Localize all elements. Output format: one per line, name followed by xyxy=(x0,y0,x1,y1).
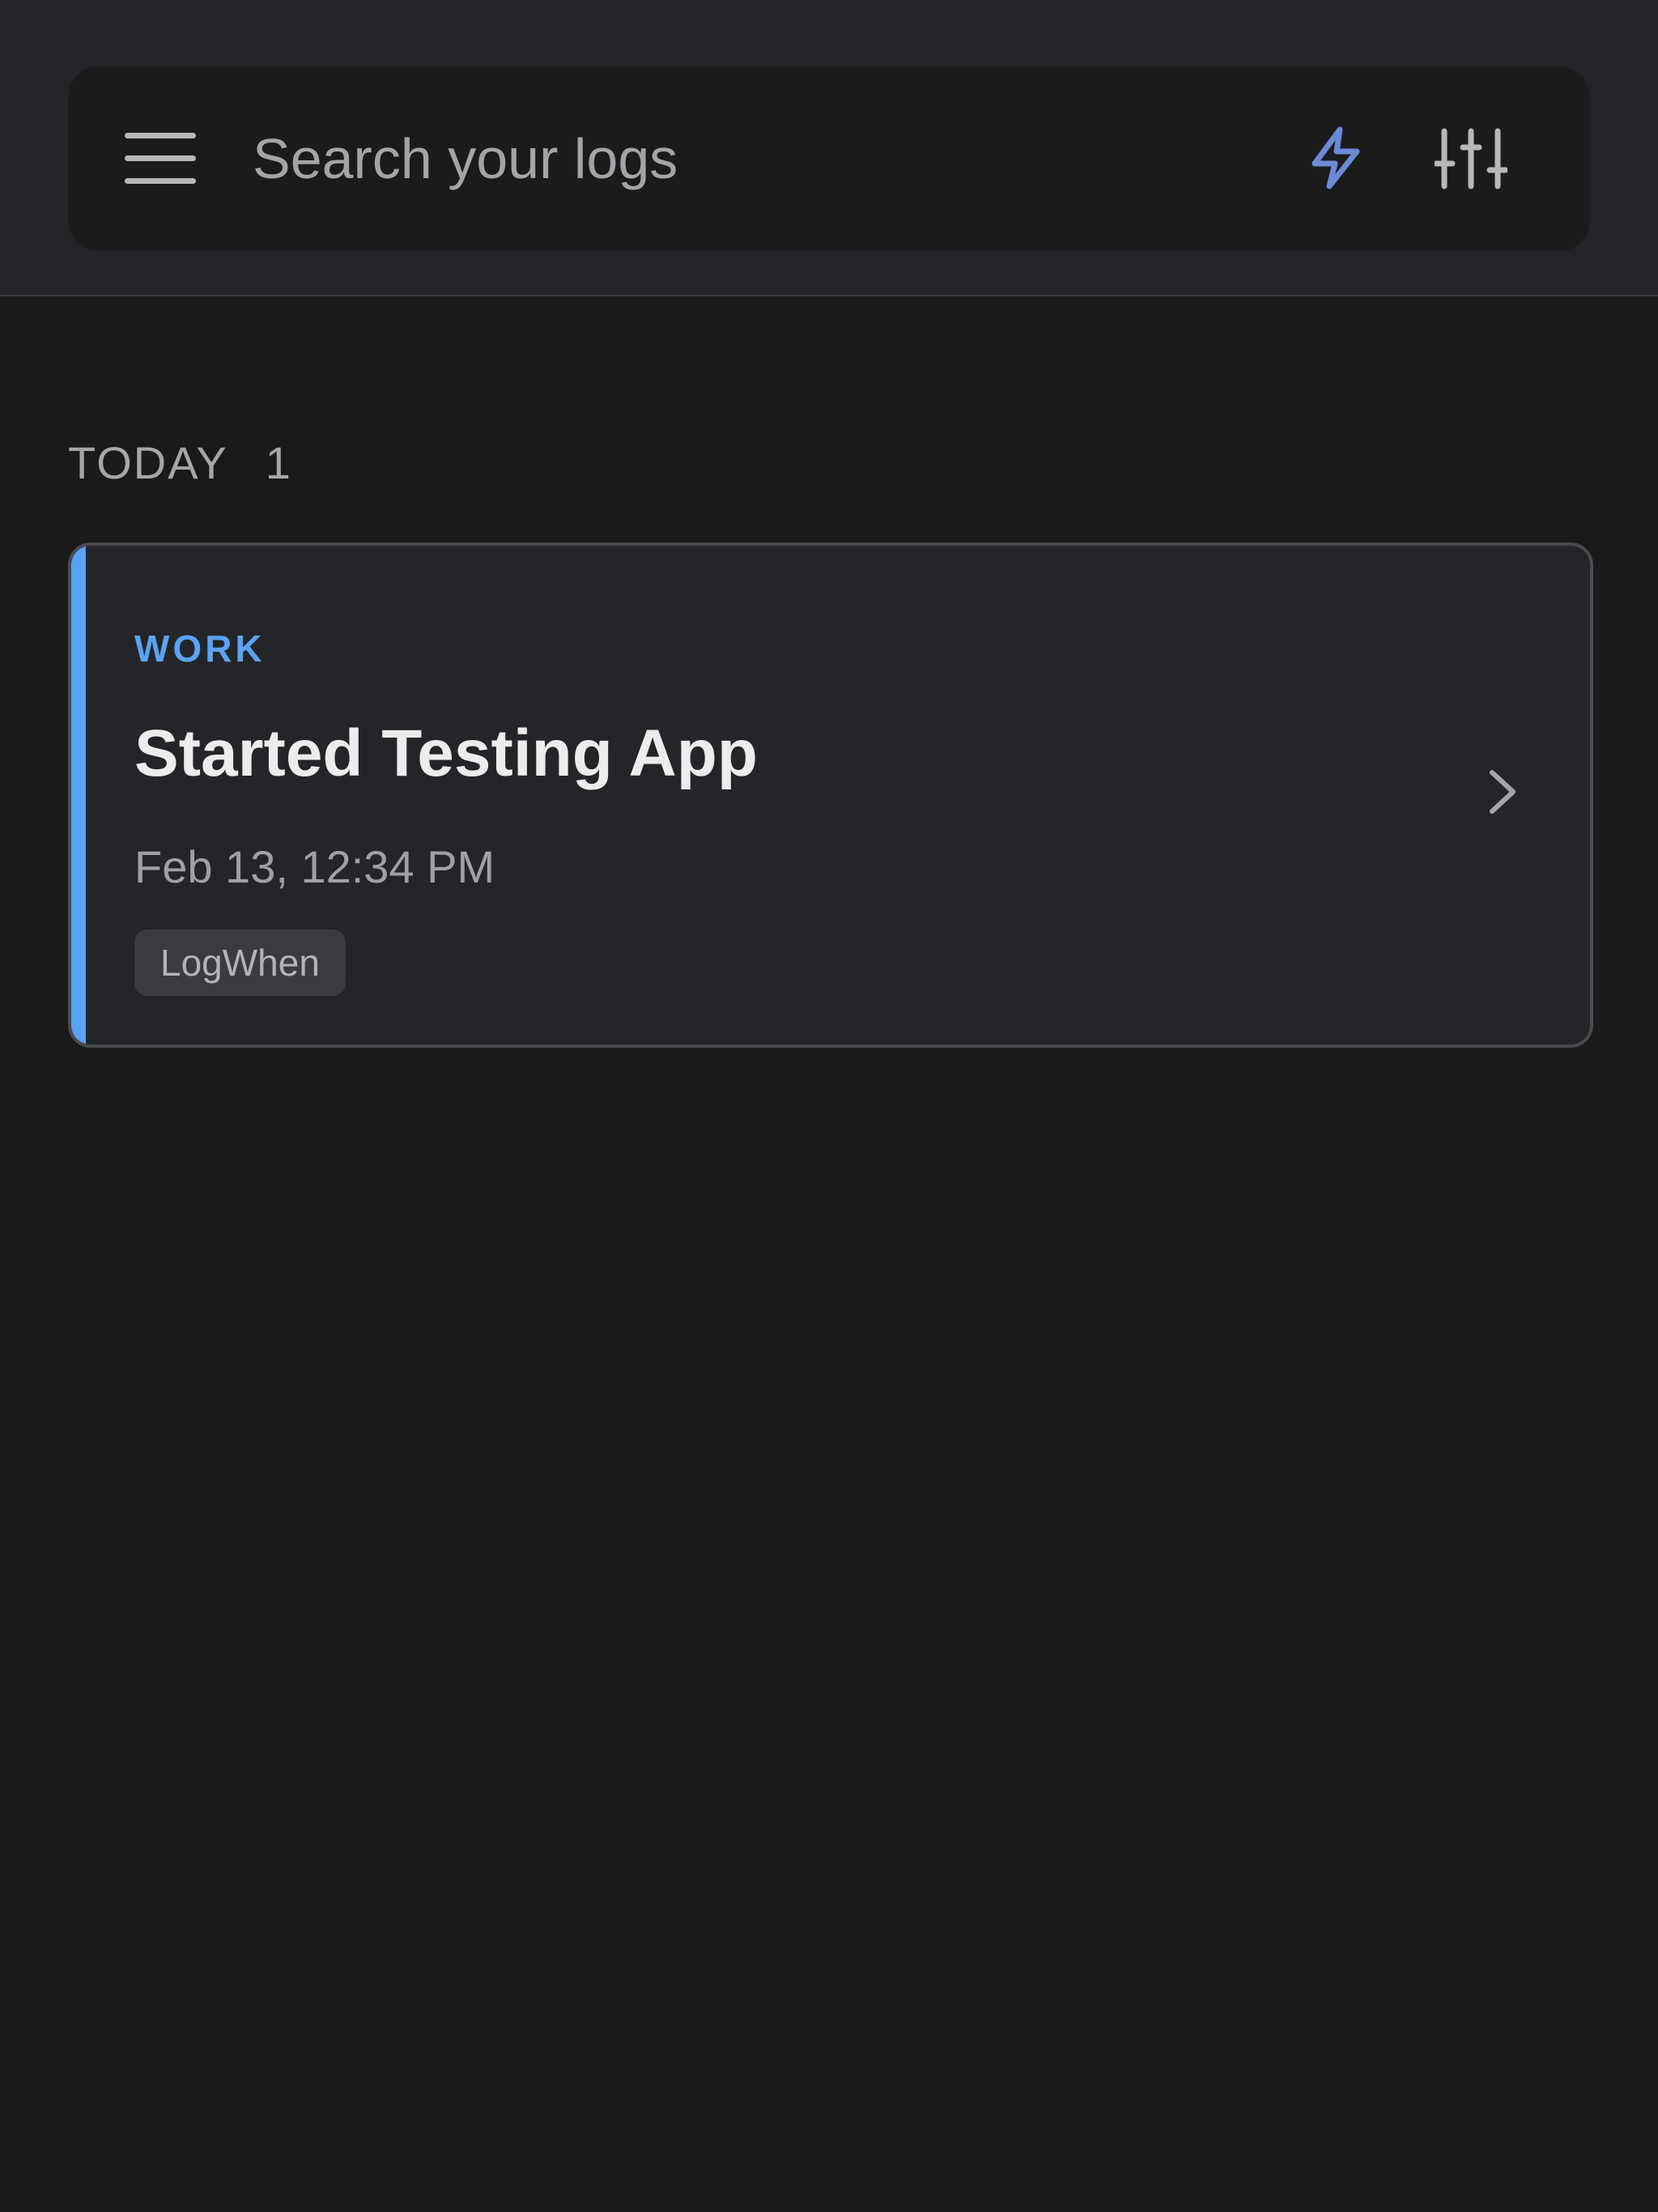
log-category: WORK xyxy=(134,627,266,670)
section-label: TODAY xyxy=(68,436,228,488)
section-count: 1 xyxy=(265,436,292,488)
chevron-right-icon xyxy=(1490,770,1516,814)
log-timestamp: Feb 13, 12:34 PM xyxy=(134,841,495,892)
lightning-bolt-icon[interactable] xyxy=(1303,125,1368,191)
search-input[interactable] xyxy=(253,115,1265,202)
log-title: Started Testing App xyxy=(134,717,758,790)
sliders-icon[interactable] xyxy=(1435,128,1507,189)
log-card[interactable]: WORK Started Testing App Feb 13, 12:34 P… xyxy=(68,542,1593,1048)
section-header-today: TODAY 1 xyxy=(68,434,292,491)
category-accent-bar xyxy=(71,546,86,1044)
log-tag[interactable]: LogWhen xyxy=(134,929,346,996)
top-bar xyxy=(0,0,1658,296)
hamburger-menu-icon[interactable] xyxy=(125,133,196,185)
